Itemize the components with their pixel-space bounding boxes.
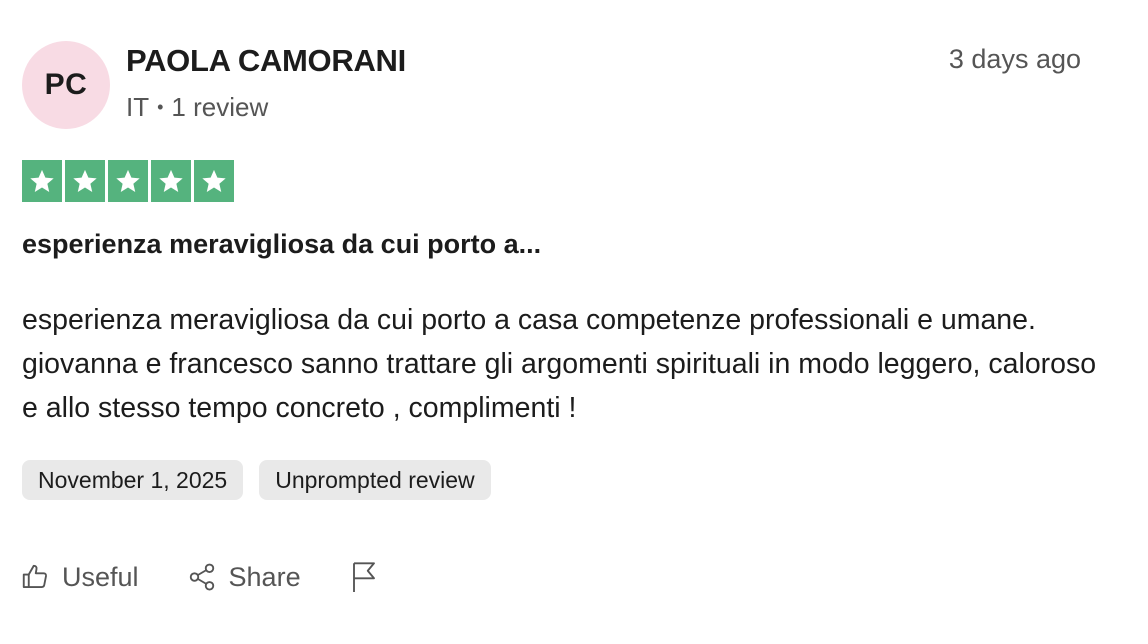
separator-dot: •	[157, 97, 164, 117]
reviewer-name[interactable]: PAOLA CAMORANI	[126, 43, 406, 79]
review-timestamp: 3 days ago	[948, 44, 1081, 74]
date-chip: November 1, 2025	[22, 460, 244, 500]
review-body: esperienza meravigliosa da cui porto a c…	[22, 304, 1097, 424]
share-icon	[187, 562, 217, 592]
review-chips: November 1, 2025 Unprompted review	[22, 460, 491, 500]
star-icon	[151, 160, 191, 202]
reviewer-review-count: 1 review	[171, 92, 269, 122]
review-title[interactable]: esperienza meravigliosa da cui porto a..…	[22, 229, 541, 260]
star-icon	[22, 160, 62, 202]
share-label: Share	[228, 561, 301, 592]
review-actions: Useful Share	[20, 560, 427, 594]
reviewer-country: IT	[126, 92, 150, 122]
star-icon	[108, 160, 148, 202]
star-icon	[194, 160, 234, 202]
avatar-initials: PC	[44, 68, 88, 101]
star-rating	[22, 160, 234, 202]
thumbs-up-icon	[20, 562, 50, 592]
review-card: PC PAOLA CAMORANI IT • 1 review 3 days a…	[0, 0, 1148, 644]
flag-icon	[349, 560, 379, 594]
useful-label: Useful	[62, 561, 139, 592]
share-button[interactable]: Share	[187, 562, 301, 593]
star-icon	[65, 160, 105, 202]
reviewer-meta: IT • 1 review	[126, 92, 268, 123]
review-type-chip[interactable]: Unprompted review	[259, 460, 491, 500]
report-button[interactable]	[349, 560, 379, 594]
useful-button[interactable]: Useful	[20, 562, 139, 593]
avatar[interactable]: PC	[22, 41, 110, 129]
